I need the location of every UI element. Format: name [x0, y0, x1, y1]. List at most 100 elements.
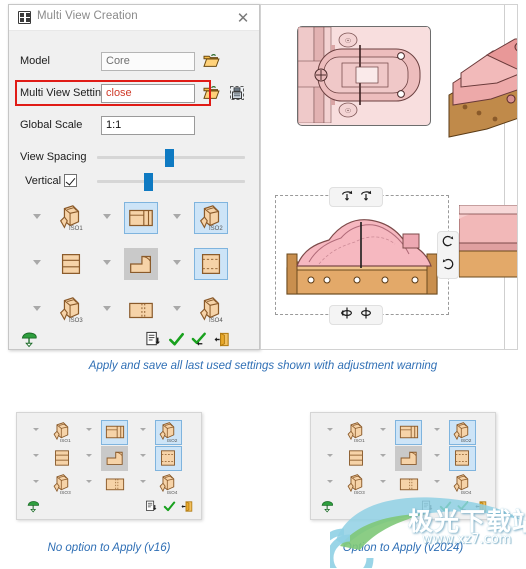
view-thumbnail-left[interactable] [54, 248, 88, 280]
ok-button[interactable] [163, 500, 176, 513]
view-cell-iso3[interactable]: ISO3 [325, 471, 378, 497]
model-preview-pane[interactable]: ☉ ☉ [260, 4, 518, 350]
view-cell-right[interactable] [138, 445, 191, 471]
reset-defaults-button[interactable] [27, 500, 40, 513]
cancel-button[interactable] [214, 331, 231, 348]
view-cell-dropdown-icon[interactable] [103, 306, 111, 311]
open-folder-icon[interactable] [203, 53, 220, 68]
view-cell-dropdown-icon[interactable] [433, 480, 440, 483]
view-thumbnail-right[interactable] [194, 248, 228, 280]
view-cell-dropdown-icon[interactable] [103, 260, 111, 265]
view-thumbnail-front[interactable] [395, 445, 423, 471]
dialog-titlebar[interactable]: Multi View Creation ✕ [9, 5, 259, 31]
apply-button[interactable] [191, 331, 208, 348]
right-iso-preview[interactable] [447, 33, 517, 163]
view-cell-top[interactable] [84, 419, 137, 445]
view-cell-top[interactable] [101, 195, 171, 241]
slider-thumb[interactable] [165, 149, 175, 167]
vertical-checkbox[interactable] [64, 174, 77, 187]
view-thumbnail-bottom[interactable] [395, 472, 422, 497]
bottom-right-preview[interactable] [459, 205, 517, 305]
rotate-ccw-icon[interactable] [441, 234, 455, 253]
view-cell-front[interactable] [101, 241, 171, 287]
view-thumbnail-top[interactable] [101, 419, 129, 445]
view-cell-dropdown-icon[interactable] [139, 428, 146, 431]
view-thumbnail-left[interactable] [342, 446, 369, 471]
view-cell-iso4[interactable]: ISO4 [432, 471, 485, 497]
rotate-up-left-icon[interactable] [340, 188, 354, 207]
view-spacing-slider[interactable] [97, 149, 245, 167]
flip-vertical-icon[interactable] [359, 306, 373, 325]
view-cell-dropdown-icon[interactable] [327, 480, 333, 483]
rotate-up-toolbar[interactable] [329, 187, 383, 207]
model-field[interactable]: Core [101, 52, 195, 71]
view-cell-dropdown-icon[interactable] [380, 480, 387, 483]
multi-view-settings-select[interactable]: close [101, 84, 195, 103]
view-cell-iso1[interactable]: ISO1 [325, 419, 378, 445]
view-cell-dropdown-icon[interactable] [33, 480, 39, 483]
view-cell-left[interactable] [31, 445, 84, 471]
view-cell-iso2[interactable]: ISO2 [138, 419, 191, 445]
view-cell-iso3[interactable]: ISO3 [31, 471, 84, 497]
view-thumbnail-bottom[interactable] [101, 472, 128, 497]
view-cell-front[interactable] [84, 445, 137, 471]
view-cell-dropdown-icon[interactable] [327, 428, 333, 431]
view-cell-dropdown-icon[interactable] [139, 480, 146, 483]
view-thumbnail-top[interactable] [124, 202, 158, 234]
vertical-slider[interactable] [97, 173, 245, 191]
flip-toolbar[interactable] [329, 305, 383, 325]
view-cell-bottom[interactable] [378, 471, 431, 497]
ok-button[interactable] [168, 331, 185, 348]
rotate-cw-icon[interactable] [441, 257, 455, 276]
view-thumbnail-top[interactable] [395, 419, 423, 445]
view-cell-iso2[interactable]: ISO2 [432, 419, 485, 445]
top-view-card[interactable]: ☉ ☉ [297, 26, 431, 126]
view-cell-dropdown-icon[interactable] [86, 454, 93, 457]
view-cell-dropdown-icon[interactable] [173, 306, 181, 311]
view-cell-bottom[interactable] [84, 471, 137, 497]
view-thumbnail-front[interactable] [101, 445, 129, 471]
reset-defaults-button[interactable] [321, 500, 334, 513]
view-cell-dropdown-icon[interactable] [33, 214, 41, 219]
view-cell-dropdown-icon[interactable] [86, 428, 93, 431]
view-cell-iso1[interactable]: ISO1 [31, 195, 101, 241]
view-thumbnail-left[interactable] [48, 446, 75, 471]
view-cell-top[interactable] [378, 419, 431, 445]
view-cell-dropdown-icon[interactable] [433, 428, 440, 431]
apply-button[interactable] [457, 500, 470, 513]
open-folder-icon[interactable] [203, 85, 220, 100]
view-cell-dropdown-icon[interactable] [33, 428, 39, 431]
view-thumbnail-right[interactable] [154, 445, 182, 471]
cancel-button[interactable] [181, 500, 194, 513]
view-cell-dropdown-icon[interactable] [139, 454, 146, 457]
view-cell-dropdown-icon[interactable] [380, 454, 387, 457]
rotate-side-toolbar[interactable] [437, 231, 459, 279]
view-thumbnail-right[interactable] [448, 445, 476, 471]
view-cell-right[interactable] [171, 241, 241, 287]
slider-thumb[interactable] [144, 173, 154, 191]
view-thumbnail-front[interactable] [124, 248, 158, 280]
view-cell-right[interactable] [432, 445, 485, 471]
view-cell-dropdown-icon[interactable] [33, 260, 41, 265]
save-settings-icon[interactable] [229, 85, 245, 101]
view-cell-front[interactable] [378, 445, 431, 471]
global-scale-select[interactable]: 1:1 [101, 116, 195, 135]
ok-button[interactable] [439, 500, 452, 513]
view-thumbnail-bottom[interactable] [124, 294, 158, 326]
view-cell-dropdown-icon[interactable] [33, 454, 39, 457]
reset-defaults-button[interactable] [21, 331, 38, 348]
view-cell-dropdown-icon[interactable] [86, 480, 93, 483]
view-cell-dropdown-icon[interactable] [173, 214, 181, 219]
save-settings-button[interactable] [145, 500, 158, 513]
rotate-up-right-icon[interactable] [359, 188, 373, 207]
view-cell-iso1[interactable]: ISO1 [31, 419, 84, 445]
view-cell-iso2[interactable]: ISO2 [171, 195, 241, 241]
flip-horizontal-icon[interactable] [340, 306, 354, 325]
view-cell-left[interactable] [325, 445, 378, 471]
front-view-preview[interactable] [285, 210, 439, 300]
view-cell-dropdown-icon[interactable] [380, 428, 387, 431]
cancel-button[interactable] [475, 500, 488, 513]
view-cell-dropdown-icon[interactable] [327, 454, 333, 457]
view-cell-dropdown-icon[interactable] [103, 214, 111, 219]
view-cell-dropdown-icon[interactable] [433, 454, 440, 457]
